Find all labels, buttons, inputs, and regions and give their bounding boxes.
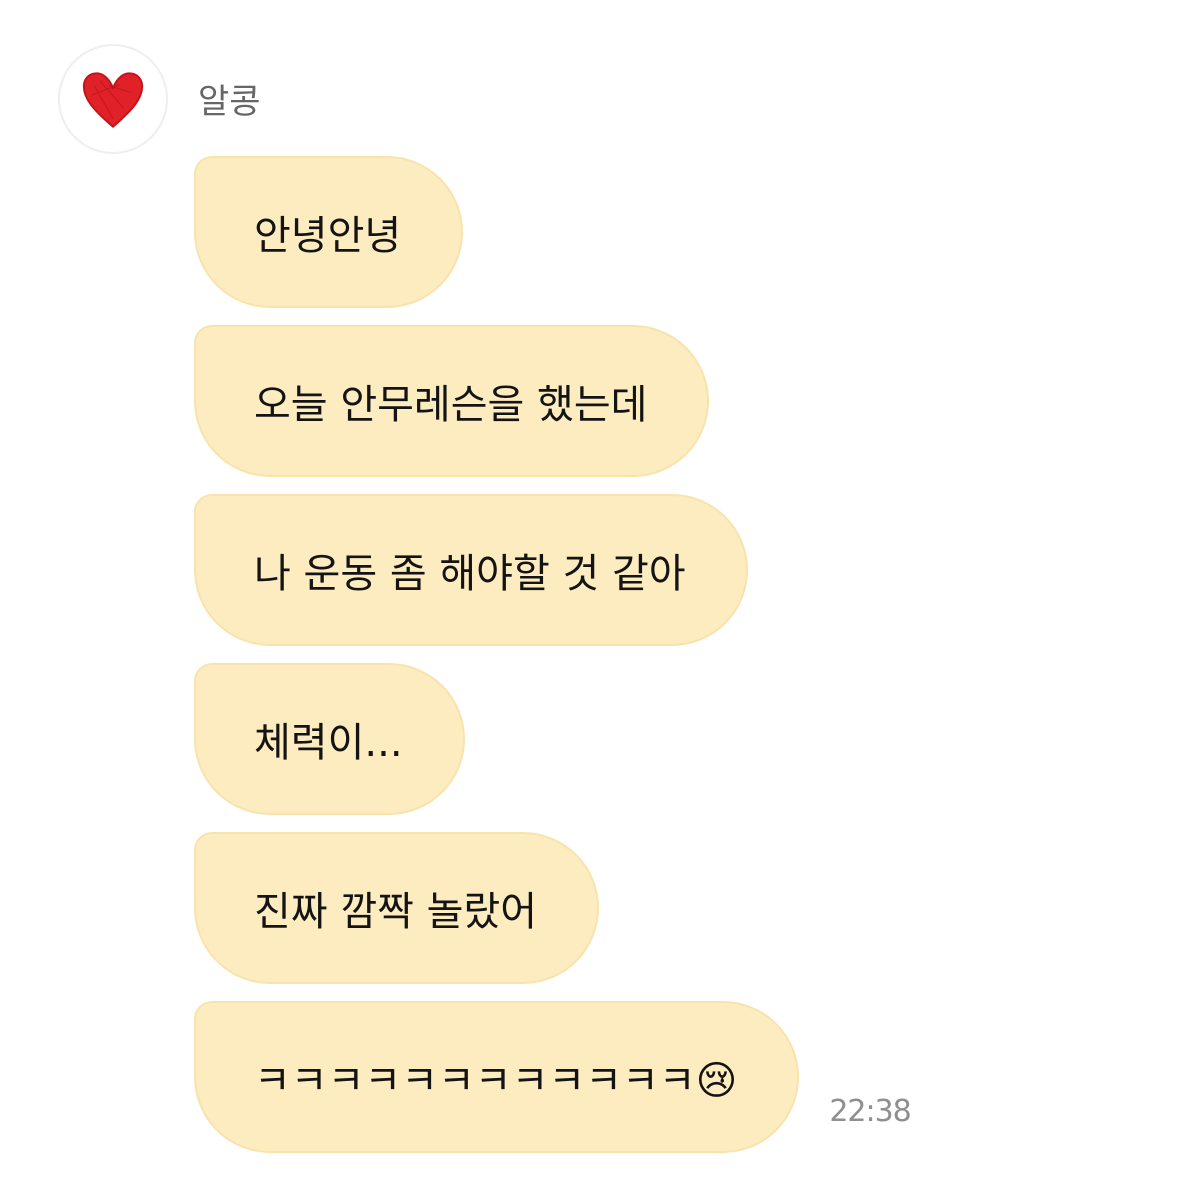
- message-bubble[interactable]: 오늘 안무레슨을 했는데: [194, 325, 710, 477]
- avatar[interactable]: [58, 44, 168, 154]
- message-bubble[interactable]: 체력이...: [194, 663, 465, 815]
- red-heart-icon: [82, 72, 144, 128]
- message-bubble[interactable]: 안녕안녕: [194, 156, 464, 308]
- sender-name: 알콩: [198, 82, 261, 122]
- message-row: 안녕안녕: [194, 156, 911, 308]
- message-bubble[interactable]: 나 운동 좀 해야할 것 같아: [194, 494, 748, 646]
- message-timestamp: 22:38: [829, 1094, 911, 1129]
- message-row: ㅋㅋㅋㅋㅋㅋㅋㅋㅋㅋㅋㅋ😢 22:38: [194, 1001, 912, 1153]
- message-bubble[interactable]: 진짜 깜짝 놀랐어: [194, 832, 600, 984]
- message-row: 체력이...: [194, 663, 911, 815]
- message-row: 오늘 안무레슨을 했는데: [194, 325, 911, 477]
- message-list: 안녕안녕 오늘 안무레슨을 했는데 나 운동 좀 해야할 것 같아 체력이...…: [194, 156, 912, 1170]
- message-bubble[interactable]: ㅋㅋㅋㅋㅋㅋㅋㅋㅋㅋㅋㅋ😢: [194, 1001, 800, 1153]
- message-row: 나 운동 좀 해야할 것 같아: [194, 494, 911, 646]
- message-row: 진짜 깜짝 놀랐어: [194, 832, 911, 984]
